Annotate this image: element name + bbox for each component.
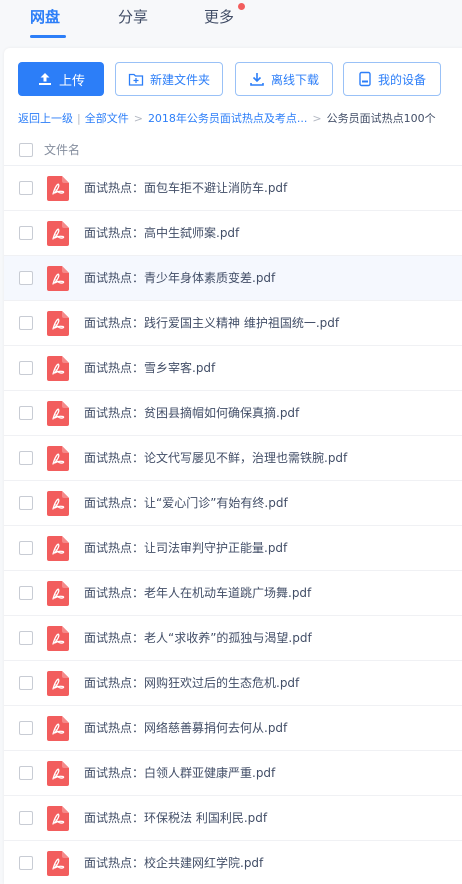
tab-netdisk[interactable]: 网盘 <box>30 6 60 27</box>
file-row[interactable]: 面试热点：校企共建网红学院.pdf <box>4 841 462 884</box>
upload-button[interactable]: 上传 <box>18 62 104 96</box>
file-checkbox[interactable] <box>19 631 33 645</box>
file-panel: 上传 新建文件夹 离线下载 我的设备 返回上一级 | 全部文件 > 2018年公… <box>4 48 462 884</box>
breadcrumb-all-files-link[interactable]: 全部文件 <box>85 112 129 125</box>
offline-download-button[interactable]: 离线下载 <box>235 62 333 96</box>
pdf-file-icon <box>47 266 69 291</box>
file-row[interactable]: 面试热点：论文代写屡见不鲜，治理也需铁腕.pdf <box>4 436 462 481</box>
file-row[interactable]: 面试热点：贫困县摘帽如何确保真摘.pdf <box>4 391 462 436</box>
file-row[interactable]: 面试热点：老人“求收养”的孤独与渴望.pdf <box>4 616 462 661</box>
file-row[interactable]: 面试热点：让“爱心门诊”有始有终.pdf <box>4 481 462 526</box>
pdf-file-icon <box>47 311 69 336</box>
file-row[interactable]: 面试热点：青少年身体素质变差.pdf <box>4 256 462 301</box>
file-name: 面试热点：网购狂欢过后的生态危机.pdf <box>84 676 300 690</box>
file-row[interactable]: 面试热点：让司法审判守护正能量.pdf <box>4 526 462 571</box>
file-checkbox[interactable] <box>19 181 33 195</box>
folder-plus-icon <box>128 72 144 87</box>
file-name: 面试热点：青少年身体素质变差.pdf <box>84 271 276 285</box>
file-name: 面试热点：践行爱国主义精神 维护祖国统一.pdf <box>84 316 340 330</box>
file-name: 面试热点：老年人在机动车道跳广场舞.pdf <box>84 586 312 600</box>
tab-share[interactable]: 分享 <box>118 6 148 27</box>
file-row[interactable]: 面试热点：白领人群亚健康严重.pdf <box>4 751 462 796</box>
breadcrumb-back-link[interactable]: 返回上一级 <box>18 112 73 125</box>
toolbar: 上传 新建文件夹 离线下载 我的设备 <box>18 62 458 96</box>
breadcrumb-chevron: > <box>133 112 143 125</box>
breadcrumb-divider: | <box>77 112 81 125</box>
notification-dot <box>238 3 245 10</box>
file-row[interactable]: 面试热点：环保税法 利国利民.pdf <box>4 796 462 841</box>
file-name: 面试热点：面包车拒不避让消防车.pdf <box>84 181 288 195</box>
file-checkbox[interactable] <box>19 226 33 240</box>
file-row[interactable]: 面试热点：雪乡宰客.pdf <box>4 346 462 391</box>
file-name: 面试热点：环保税法 利国利民.pdf <box>84 811 268 825</box>
filename-column-header[interactable]: 文件名 <box>44 141 80 158</box>
file-name: 面试热点：校企共建网红学院.pdf <box>84 856 264 870</box>
pdf-file-icon <box>47 581 69 606</box>
file-checkbox[interactable] <box>19 316 33 330</box>
file-list: 面试热点：面包车拒不避让消防车.pdf 面试热点：高中生弑师案.pdf 面试热点… <box>4 166 462 884</box>
file-checkbox[interactable] <box>19 496 33 510</box>
upload-icon <box>37 71 53 87</box>
pdf-file-icon <box>47 401 69 426</box>
file-name: 面试热点：贫困县摘帽如何确保真摘.pdf <box>84 406 300 420</box>
file-checkbox[interactable] <box>19 856 33 870</box>
pdf-file-icon <box>47 221 69 246</box>
file-name: 面试热点：让“爱心门诊”有始有终.pdf <box>84 496 288 510</box>
file-checkbox[interactable] <box>19 721 33 735</box>
file-checkbox[interactable] <box>19 586 33 600</box>
list-header: 文件名 <box>4 132 462 166</box>
pdf-file-icon <box>47 851 69 876</box>
my-devices-button[interactable]: 我的设备 <box>343 62 441 96</box>
my-devices-label: 我的设备 <box>377 72 426 87</box>
file-checkbox[interactable] <box>19 361 33 375</box>
active-tab-indicator <box>30 35 66 38</box>
file-row[interactable]: 面试热点：老年人在机动车道跳广场舞.pdf <box>4 571 462 616</box>
file-name: 面试热点：老人“求收养”的孤独与渴望.pdf <box>84 631 312 645</box>
file-name: 面试热点：雪乡宰客.pdf <box>84 361 216 375</box>
file-name: 面试热点：高中生弑师案.pdf <box>84 226 240 240</box>
file-row[interactable]: 面试热点：高中生弑师案.pdf <box>4 211 462 256</box>
pdf-file-icon <box>47 671 69 696</box>
file-name: 面试热点：白领人群亚健康严重.pdf <box>84 766 276 780</box>
pdf-file-icon <box>47 491 69 516</box>
tab-more[interactable]: 更多 <box>204 6 234 27</box>
file-name: 面试热点：网络慈善募捐何去何从.pdf <box>84 721 288 735</box>
file-row[interactable]: 面试热点：网络慈善募捐何去何从.pdf <box>4 706 462 751</box>
file-checkbox[interactable] <box>19 766 33 780</box>
pdf-file-icon <box>47 626 69 651</box>
file-name: 面试热点：让司法审判守护正能量.pdf <box>84 541 288 555</box>
breadcrumb-chevron: > <box>312 112 322 125</box>
pdf-file-icon <box>47 716 69 741</box>
pdf-file-icon <box>47 536 69 561</box>
breadcrumb-current-folder: 公务员面试热点100个 <box>326 112 436 125</box>
new-folder-label: 新建文件夹 <box>149 72 210 87</box>
pdf-file-icon <box>47 806 69 831</box>
file-checkbox[interactable] <box>19 811 33 825</box>
breadcrumb: 返回上一级 | 全部文件 >2018年公务员面试热点及考点... > 公务员面试热点100… <box>18 110 462 126</box>
device-icon <box>358 71 372 87</box>
breadcrumb-parent-folder-link[interactable]: 2018年公务员面试热点及考点... <box>148 112 307 125</box>
top-tabs: 网盘 分享 更多 <box>0 0 462 46</box>
new-folder-button[interactable]: 新建文件夹 <box>115 62 223 96</box>
file-checkbox[interactable] <box>19 676 33 690</box>
upload-label: 上传 <box>58 73 85 89</box>
pdf-file-icon <box>47 761 69 786</box>
file-checkbox[interactable] <box>19 271 33 285</box>
select-all-checkbox[interactable] <box>19 143 33 157</box>
file-checkbox[interactable] <box>19 541 33 555</box>
offline-download-label: 离线下载 <box>270 72 319 87</box>
pdf-file-icon <box>47 356 69 381</box>
file-name: 面试热点：论文代写屡见不鲜，治理也需铁腕.pdf <box>84 451 348 465</box>
file-checkbox[interactable] <box>19 451 33 465</box>
download-icon <box>249 71 265 87</box>
file-row[interactable]: 面试热点：面包车拒不避让消防车.pdf <box>4 166 462 211</box>
pdf-file-icon <box>47 176 69 201</box>
file-row[interactable]: 面试热点：践行爱国主义精神 维护祖国统一.pdf <box>4 301 462 346</box>
file-checkbox[interactable] <box>19 406 33 420</box>
pdf-file-icon <box>47 446 69 471</box>
file-row[interactable]: 面试热点：网购狂欢过后的生态危机.pdf <box>4 661 462 706</box>
